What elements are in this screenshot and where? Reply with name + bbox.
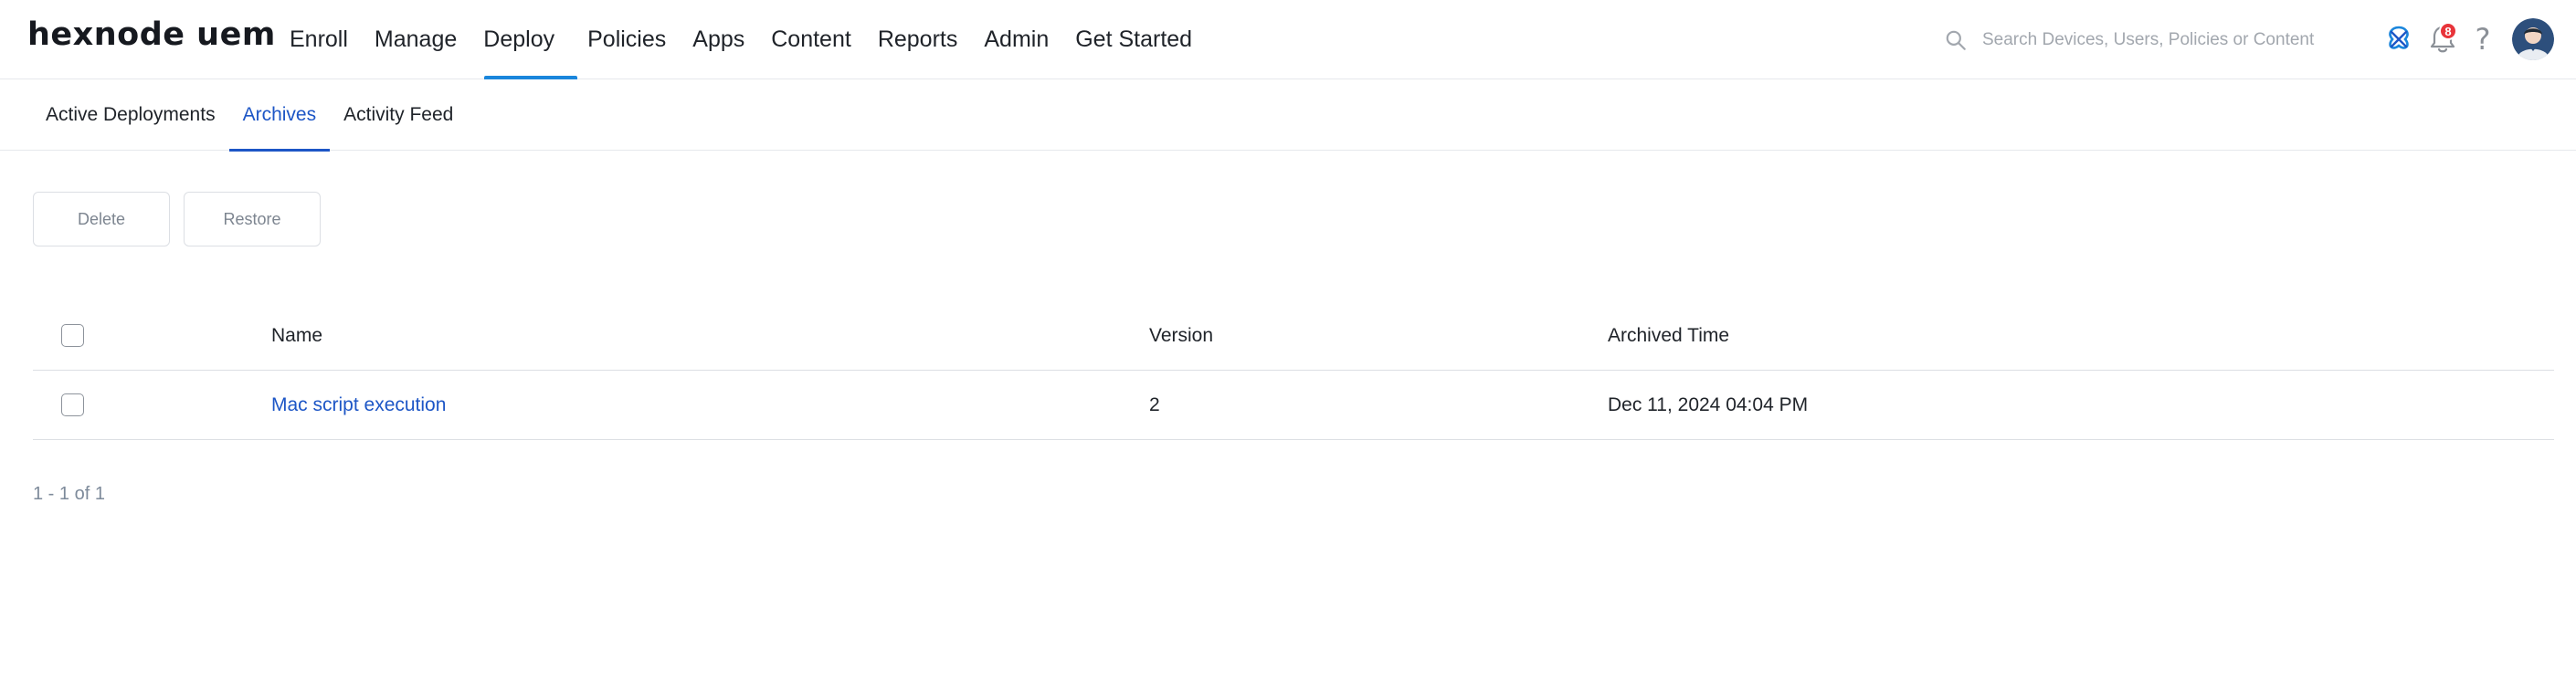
top-header: hexnode uem Enroll Manage Deploy Policie…: [0, 0, 2576, 79]
deployment-archived-time: Dec 11, 2024 04:04 PM: [1608, 393, 1809, 415]
pagination-summary: 1 - 1 of 1: [33, 484, 105, 504]
apps-icon[interactable]: [2382, 20, 2415, 58]
row-select-checkbox[interactable]: [61, 393, 84, 416]
search-input[interactable]: [1980, 29, 2355, 51]
tab-active-deployments[interactable]: Active Deployments: [32, 79, 229, 151]
restore-button[interactable]: Restore: [184, 192, 321, 246]
avatar[interactable]: [2512, 18, 2554, 60]
table-row: Mac script execution 2 Dec 11, 2024 04:0…: [33, 371, 2554, 440]
delete-button[interactable]: Delete: [33, 192, 170, 246]
column-header-archived-time[interactable]: Archived Time: [1608, 325, 1729, 347]
column-header-version[interactable]: Version: [1149, 325, 1213, 347]
hexnode-logo[interactable]: hexnode uem: [27, 16, 276, 53]
nav-get-started[interactable]: Get Started: [1065, 0, 1202, 79]
main-nav: Enroll Manage Deploy Policies Apps Conte…: [280, 0, 1209, 79]
nav-reports[interactable]: Reports: [868, 0, 968, 79]
nav-content[interactable]: Content: [761, 0, 861, 79]
archive-actions: Delete Restore: [33, 192, 334, 246]
nav-admin[interactable]: Admin: [974, 0, 1059, 79]
deploy-sub-tabs: Active Deployments Archives Activity Fee…: [0, 79, 2576, 152]
deployment-version: 2: [1149, 393, 1160, 415]
global-search: [1944, 24, 2364, 57]
column-header-name[interactable]: Name: [271, 325, 322, 347]
nav-manage[interactable]: Manage: [364, 0, 467, 79]
nav-apps[interactable]: Apps: [682, 0, 755, 79]
nav-deploy[interactable]: Deploy: [473, 0, 577, 79]
deployment-name-link[interactable]: Mac script execution: [271, 394, 446, 416]
tab-archives[interactable]: Archives: [228, 79, 331, 152]
select-all-checkbox[interactable]: [61, 324, 84, 347]
nav-policies[interactable]: Policies: [577, 0, 676, 79]
search-icon[interactable]: [1944, 28, 1968, 52]
notification-count-badge: 8: [2439, 22, 2457, 40]
nav-enroll[interactable]: Enroll: [280, 0, 358, 79]
help-icon[interactable]: ?: [2470, 20, 2496, 58]
table-header-row: Name Version Archived Time: [33, 301, 2554, 371]
archives-table: Name Version Archived Time Mac script ex…: [33, 301, 2554, 440]
tab-activity-feed[interactable]: Activity Feed: [330, 79, 467, 151]
